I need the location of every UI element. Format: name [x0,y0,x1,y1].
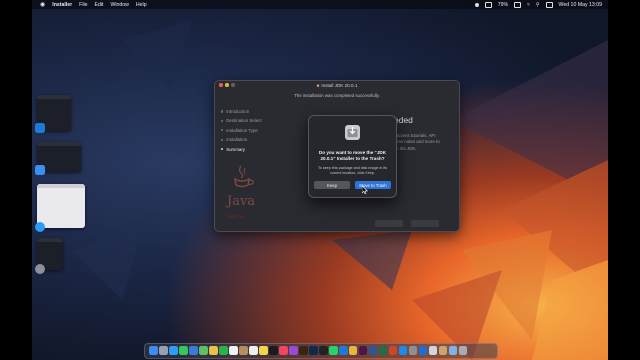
excel-icon[interactable] [378,346,388,356]
dock-icons [149,346,468,356]
menu-app-name[interactable]: Installer [52,2,72,8]
dock [144,343,498,359]
powerpoint-icon[interactable] [388,346,398,356]
word-icon[interactable] [368,346,378,356]
xcode-icon[interactable] [418,346,428,356]
move-to-trash-dialog: Do you want to move the “JDK 20.0.1” Ins… [308,115,397,198]
settings-icon[interactable] [35,264,45,274]
mail-icon[interactable] [188,346,198,356]
java-coffee-cup-icon [234,165,254,188]
screen-mirror-icon[interactable] [484,1,492,8]
calendar-icon[interactable] [228,346,238,356]
minimize-button[interactable] [225,83,229,87]
chrome-icon[interactable] [348,346,358,356]
finder-icon[interactable] [35,165,45,175]
step-installation-type: Installation Type [221,128,262,133]
summary-body: access tutorials, API ese notes and more… [396,133,440,152]
package-icon: ■ [316,82,320,88]
menu-help[interactable]: Help [136,2,147,8]
clock[interactable]: Wed 10 May 13:09 [559,2,602,8]
stage-thumb-3[interactable] [37,184,85,228]
move-to-trash-button[interactable]: Move to Trash [355,181,391,189]
step-introduction: Introduction [221,109,262,114]
tv-icon[interactable] [268,346,278,356]
vscode-icon[interactable] [35,123,45,133]
summary-line-3: n the JDK. [396,145,417,151]
menu-file[interactable]: File [79,2,87,8]
menu-window[interactable]: Window [110,2,128,8]
zoom-button[interactable] [231,83,235,87]
go-back-button[interactable] [375,220,403,227]
safari-icon[interactable] [168,346,178,356]
window-title: ■ Install JDK 20.0.1 [215,81,459,89]
control-center-icon[interactable] [545,1,553,8]
maps-icon[interactable] [198,346,208,356]
menu-bar: ◉ Installer File Edit Window Help 79% ≈ … [32,0,608,9]
facetime-icon[interactable] [218,346,228,356]
podcasts-icon[interactable] [288,346,298,356]
apple-menu-icon[interactable]: ◉ [40,1,45,8]
window-title-text: Install JDK 20.0.1 [321,82,358,88]
record-icon[interactable] [474,2,479,7]
app-store-icon[interactable] [398,346,408,356]
status-area: 79% ≈ ⚲ Wed 10 May 13:09 [474,0,602,9]
wifi-icon[interactable]: ≈ [527,2,530,8]
slack-icon[interactable] [358,346,368,356]
close-button[interactable] [219,83,223,87]
keep-button[interactable]: Keep [314,181,350,189]
search-icon[interactable]: ⚲ [536,2,540,8]
menu-edit[interactable]: Edit [95,2,104,8]
vscode-icon[interactable] [338,346,348,356]
steps-sidebar: Introduction Destination Select Installa… [221,109,262,156]
contacts-icon[interactable] [238,346,248,356]
system-settings-icon[interactable] [408,346,418,356]
summary-line-2: ese notes and more to [396,139,440,145]
java-logo: Java ORACLE [227,163,267,219]
installer-icon[interactable] [438,346,448,356]
close-installer-button[interactable] [411,220,439,227]
battery-percent[interactable]: 79% [498,2,508,8]
mouse-cursor-icon [362,186,368,194]
preview-icon[interactable] [428,346,438,356]
trash-icon[interactable] [458,346,468,356]
battery-icon[interactable] [514,1,522,8]
photos-icon[interactable] [208,346,218,356]
terminal-icon[interactable] [318,346,328,356]
dialog-message: To keep this package and disk image in i… [317,166,388,175]
launchpad-icon[interactable] [158,346,168,356]
downloads-folder-icon[interactable] [448,346,458,356]
installer-subtitle: The installation was completed successfu… [294,93,380,98]
java-wordmark: Java [227,194,256,209]
step-destination: Destination Select [221,118,262,123]
dialog-title: Do you want to move the “JDK 20.0.1” Ins… [318,150,387,161]
oracle-wordmark: ORACLE [227,214,246,219]
messages-icon[interactable] [178,346,188,356]
installer-package-icon [345,125,360,140]
music-icon[interactable] [278,346,288,356]
photoshop-icon[interactable] [308,346,318,356]
illustrator-icon[interactable] [298,346,308,356]
reminders-icon[interactable] [248,346,258,356]
step-summary: Summary [221,147,262,152]
whatsapp-icon[interactable] [328,346,338,356]
finder-icon[interactable] [149,346,158,356]
safari-icon[interactable] [35,222,45,232]
step-installation: Installation [221,137,262,142]
desktop: ◉ Installer File Edit Window Help 79% ≈ … [32,0,608,360]
notes-icon[interactable] [258,346,268,356]
